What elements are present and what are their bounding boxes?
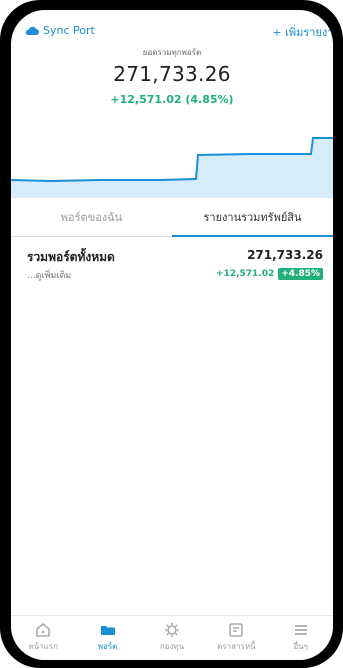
folder-icon [100,626,115,635]
total-label: ยอดรวมทุกพอร์ต [142,48,202,57]
nav-home-label: หน้าแรก [28,642,58,651]
nav-portfolio[interactable]: พอร์ต [80,616,136,653]
tab-my-portfolio[interactable]: พอร์ตของฉัน [11,200,172,236]
bottom-nav: หน้าแรก พอร์ต กองทุน ตราสารหนี้ อื่นๆ [11,615,333,660]
total-change: +12,571.02 (4.85%) [110,93,234,106]
tab-asset-summary[interactable]: รายงานรวมทรัพย์สิน [172,200,333,237]
fund-icon [164,623,179,637]
sync-port-label: Sync Port [43,24,95,37]
nav-fund-label: กองทุน [159,642,185,651]
see-more-link[interactable]: ...ดูเพิ่มเติม [27,268,71,282]
nav-more-label: อื่นๆ [293,642,309,651]
portfolio-value: 271,733.26 [247,248,323,262]
nav-bond-label: ตราสารหนี้ [217,642,256,651]
nav-fund[interactable]: กองทุน [144,616,200,653]
portfolio-row[interactable]: รวมพอร์ตทั้งหมด ...ดูเพิ่มเติม 271,733.2… [27,248,323,288]
portfolio-chart [11,128,333,198]
sync-port-button[interactable]: Sync Port [25,24,95,37]
cloud-sync-icon [25,26,39,35]
change-percent-badge: +4.85% [278,268,323,280]
bond-icon [229,623,244,637]
portfolio-title: รวมพอร์ตทั้งหมด [27,250,115,264]
change-amount: +12,571.02 [216,269,275,279]
top-bar: Sync Port + เพิ่มรายงาน [11,10,333,50]
nav-portfolio-label: พอร์ต [97,642,118,651]
menu-icon [294,625,307,635]
portfolio-chart-svg [11,137,333,198]
nav-bond[interactable]: ตราสารหนี้ [208,616,264,653]
portfolio-change: +12,571.02 +4.85% [216,268,323,280]
tab-bar: พอร์ตของฉัน รายงานรวมทรัพย์สิน [11,200,333,237]
add-report-button[interactable]: + เพิ่มรายงาน [272,23,333,41]
chart-area [11,138,333,198]
total-value: 271,733.26 [113,62,231,86]
phone-frame: Sync Port + เพิ่มรายงาน ยอดรวมทุกพอร์ต 2… [0,0,343,668]
nav-more[interactable]: อื่นๆ [273,616,329,653]
home-icon [36,623,50,637]
nav-home[interactable]: หน้าแรก [15,616,71,653]
app-screen: Sync Port + เพิ่มรายงาน ยอดรวมทุกพอร์ต 2… [11,10,333,660]
